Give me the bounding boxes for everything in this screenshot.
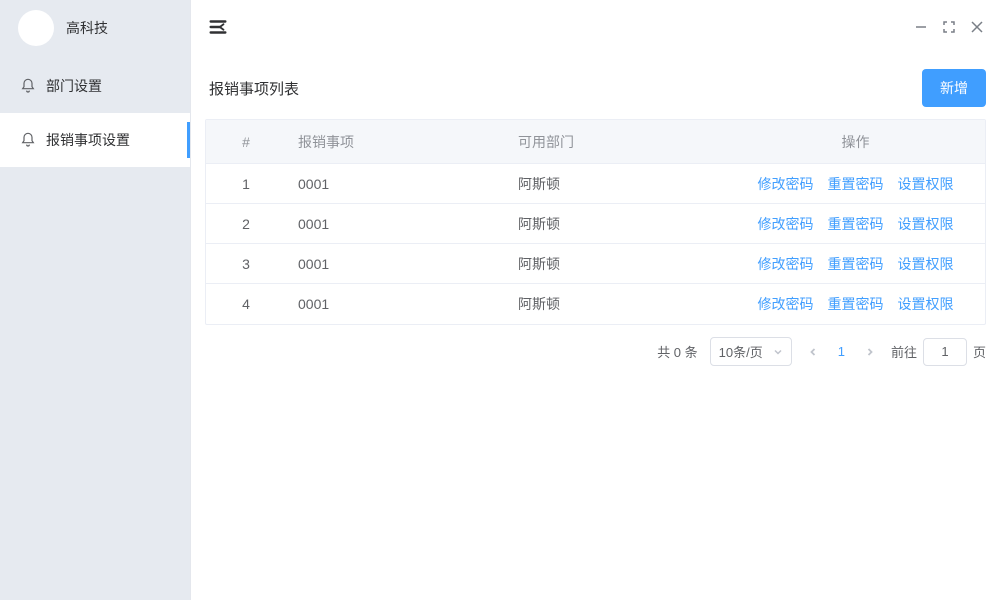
col-dept: 可用部门 [506,132,726,152]
next-page-icon[interactable] [861,345,879,359]
content: 报销事项列表 新增 # 报销事项 可用部门 操作 10001阿斯顿修改密码重置密… [191,55,1000,600]
action-reset-password[interactable]: 重置密码 [828,214,884,234]
action-set-permission[interactable]: 设置权限 [898,294,954,314]
prev-page-icon[interactable] [804,345,822,359]
action-reset-password[interactable]: 重置密码 [828,294,884,314]
add-button[interactable]: 新增 [922,69,986,107]
table-row: 20001阿斯顿修改密码重置密码设置权限 [206,204,985,244]
pagination: 共 0 条 10条/页 1 前往 [205,337,986,366]
table: # 报销事项 可用部门 操作 10001阿斯顿修改密码重置密码设置权限20001… [205,119,986,325]
sidebar-item-label: 部门设置 [46,76,102,96]
page-jump: 前往 页 [891,338,986,366]
cell-ops: 修改密码重置密码设置权限 [726,294,985,314]
cell-dept: 阿斯顿 [506,294,726,314]
cell-ops: 修改密码重置密码设置权限 [726,214,985,234]
cell-name: 0001 [286,176,506,192]
cell-dept: 阿斯顿 [506,254,726,274]
cell-name: 0001 [286,296,506,312]
cell-dept: 阿斯顿 [506,214,726,234]
action-modify-password[interactable]: 修改密码 [758,294,814,314]
jump-input[interactable] [923,338,967,366]
cell-index: 2 [206,216,286,232]
action-set-permission[interactable]: 设置权限 [898,254,954,274]
table-body: 10001阿斯顿修改密码重置密码设置权限20001阿斯顿修改密码重置密码设置权限… [206,164,985,324]
bell-icon [20,132,36,148]
action-modify-password[interactable]: 修改密码 [758,214,814,234]
table-row: 40001阿斯顿修改密码重置密码设置权限 [206,284,985,324]
cell-dept: 阿斯顿 [506,174,726,194]
col-ops: 操作 [726,132,985,152]
action-modify-password[interactable]: 修改密码 [758,254,814,274]
sidebar-item-department[interactable]: 部门设置 [0,59,190,113]
pagination-total: 共 0 条 [657,342,697,361]
pager: 1 [804,342,879,361]
sidebar-nav: 部门设置 报销事项设置 [0,55,190,167]
cell-index: 1 [206,176,286,192]
cell-index: 3 [206,256,286,272]
page-number[interactable]: 1 [832,342,851,361]
page-size-select[interactable]: 10条/页 [710,337,792,366]
jump-prefix: 前往 [891,342,917,361]
cell-name: 0001 [286,216,506,232]
avatar [18,10,54,46]
menu-toggle-icon[interactable] [203,12,233,42]
sidebar-item-label: 报销事项设置 [46,130,130,150]
cell-index: 4 [206,296,286,312]
maximize-icon[interactable] [942,20,956,34]
table-row: 10001阿斯顿修改密码重置密码设置权限 [206,164,985,204]
topbar [191,0,1000,55]
action-reset-password[interactable]: 重置密码 [828,254,884,274]
page-title: 报销事项列表 [205,78,299,99]
close-icon[interactable] [970,20,984,34]
col-name: 报销事项 [286,132,506,152]
main: 报销事项列表 新增 # 报销事项 可用部门 操作 10001阿斯顿修改密码重置密… [191,0,1000,600]
table-row: 30001阿斯顿修改密码重置密码设置权限 [206,244,985,284]
sidebar-item-reimburse[interactable]: 报销事项设置 [0,113,190,167]
action-reset-password[interactable]: 重置密码 [828,174,884,194]
action-set-permission[interactable]: 设置权限 [898,174,954,194]
minimize-icon[interactable] [914,20,928,34]
chevron-down-icon [773,347,783,357]
action-set-permission[interactable]: 设置权限 [898,214,954,234]
sidebar-header: 高科技 [0,0,190,55]
card-header: 报销事项列表 新增 [205,69,986,107]
cell-ops: 修改密码重置密码设置权限 [726,174,985,194]
cell-name: 0001 [286,256,506,272]
table-header: # 报销事项 可用部门 操作 [206,120,985,164]
col-index: # [206,134,286,150]
sidebar: 高科技 部门设置 报销事项设置 [0,0,191,600]
page-size-label: 10条/页 [719,342,763,361]
brand-name: 高科技 [66,18,108,38]
jump-suffix: 页 [973,342,986,361]
action-modify-password[interactable]: 修改密码 [758,174,814,194]
window-controls [914,20,984,34]
bell-icon [20,78,36,94]
cell-ops: 修改密码重置密码设置权限 [726,254,985,274]
